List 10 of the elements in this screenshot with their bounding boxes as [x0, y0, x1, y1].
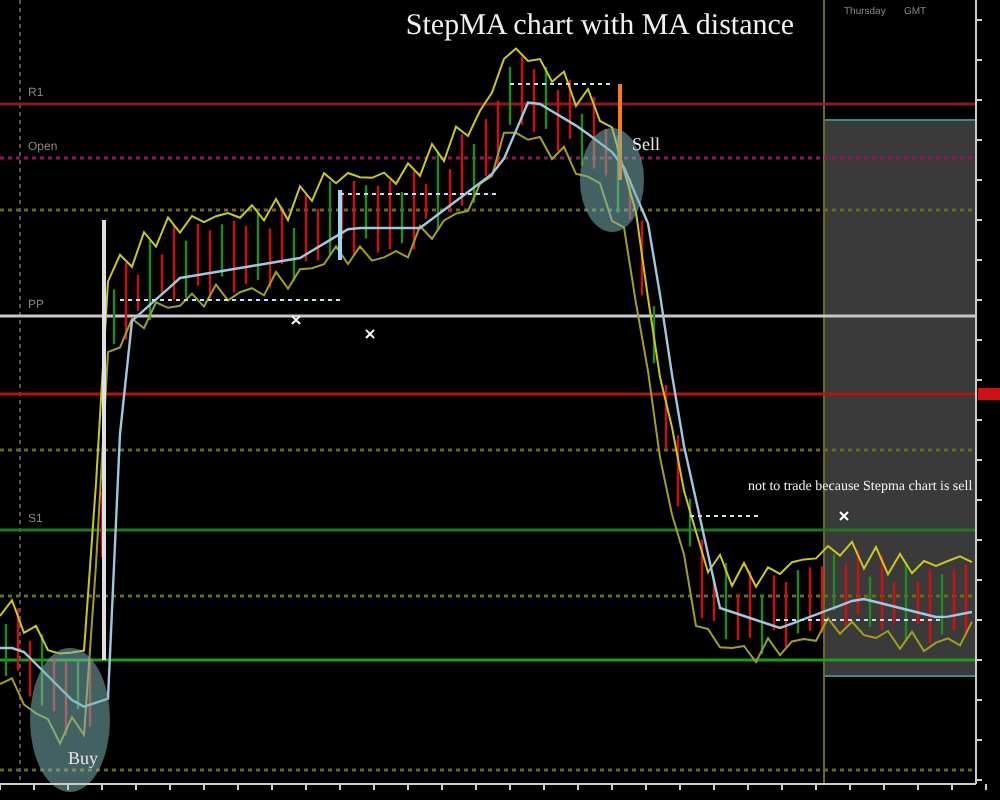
current-price-marker: [978, 388, 1000, 400]
step-line: [618, 84, 622, 180]
step-line: [338, 190, 342, 260]
cross-marker-icon: [365, 329, 375, 339]
chart-title: StepMA chart with MA distance: [405, 10, 795, 42]
highlight-ellipse: [30, 648, 110, 792]
cross-marker-icon: [291, 315, 301, 325]
cross-marker-icon: [839, 511, 849, 521]
signal-label: Buy: [68, 748, 99, 768]
signal-label: Sell: [632, 134, 661, 154]
